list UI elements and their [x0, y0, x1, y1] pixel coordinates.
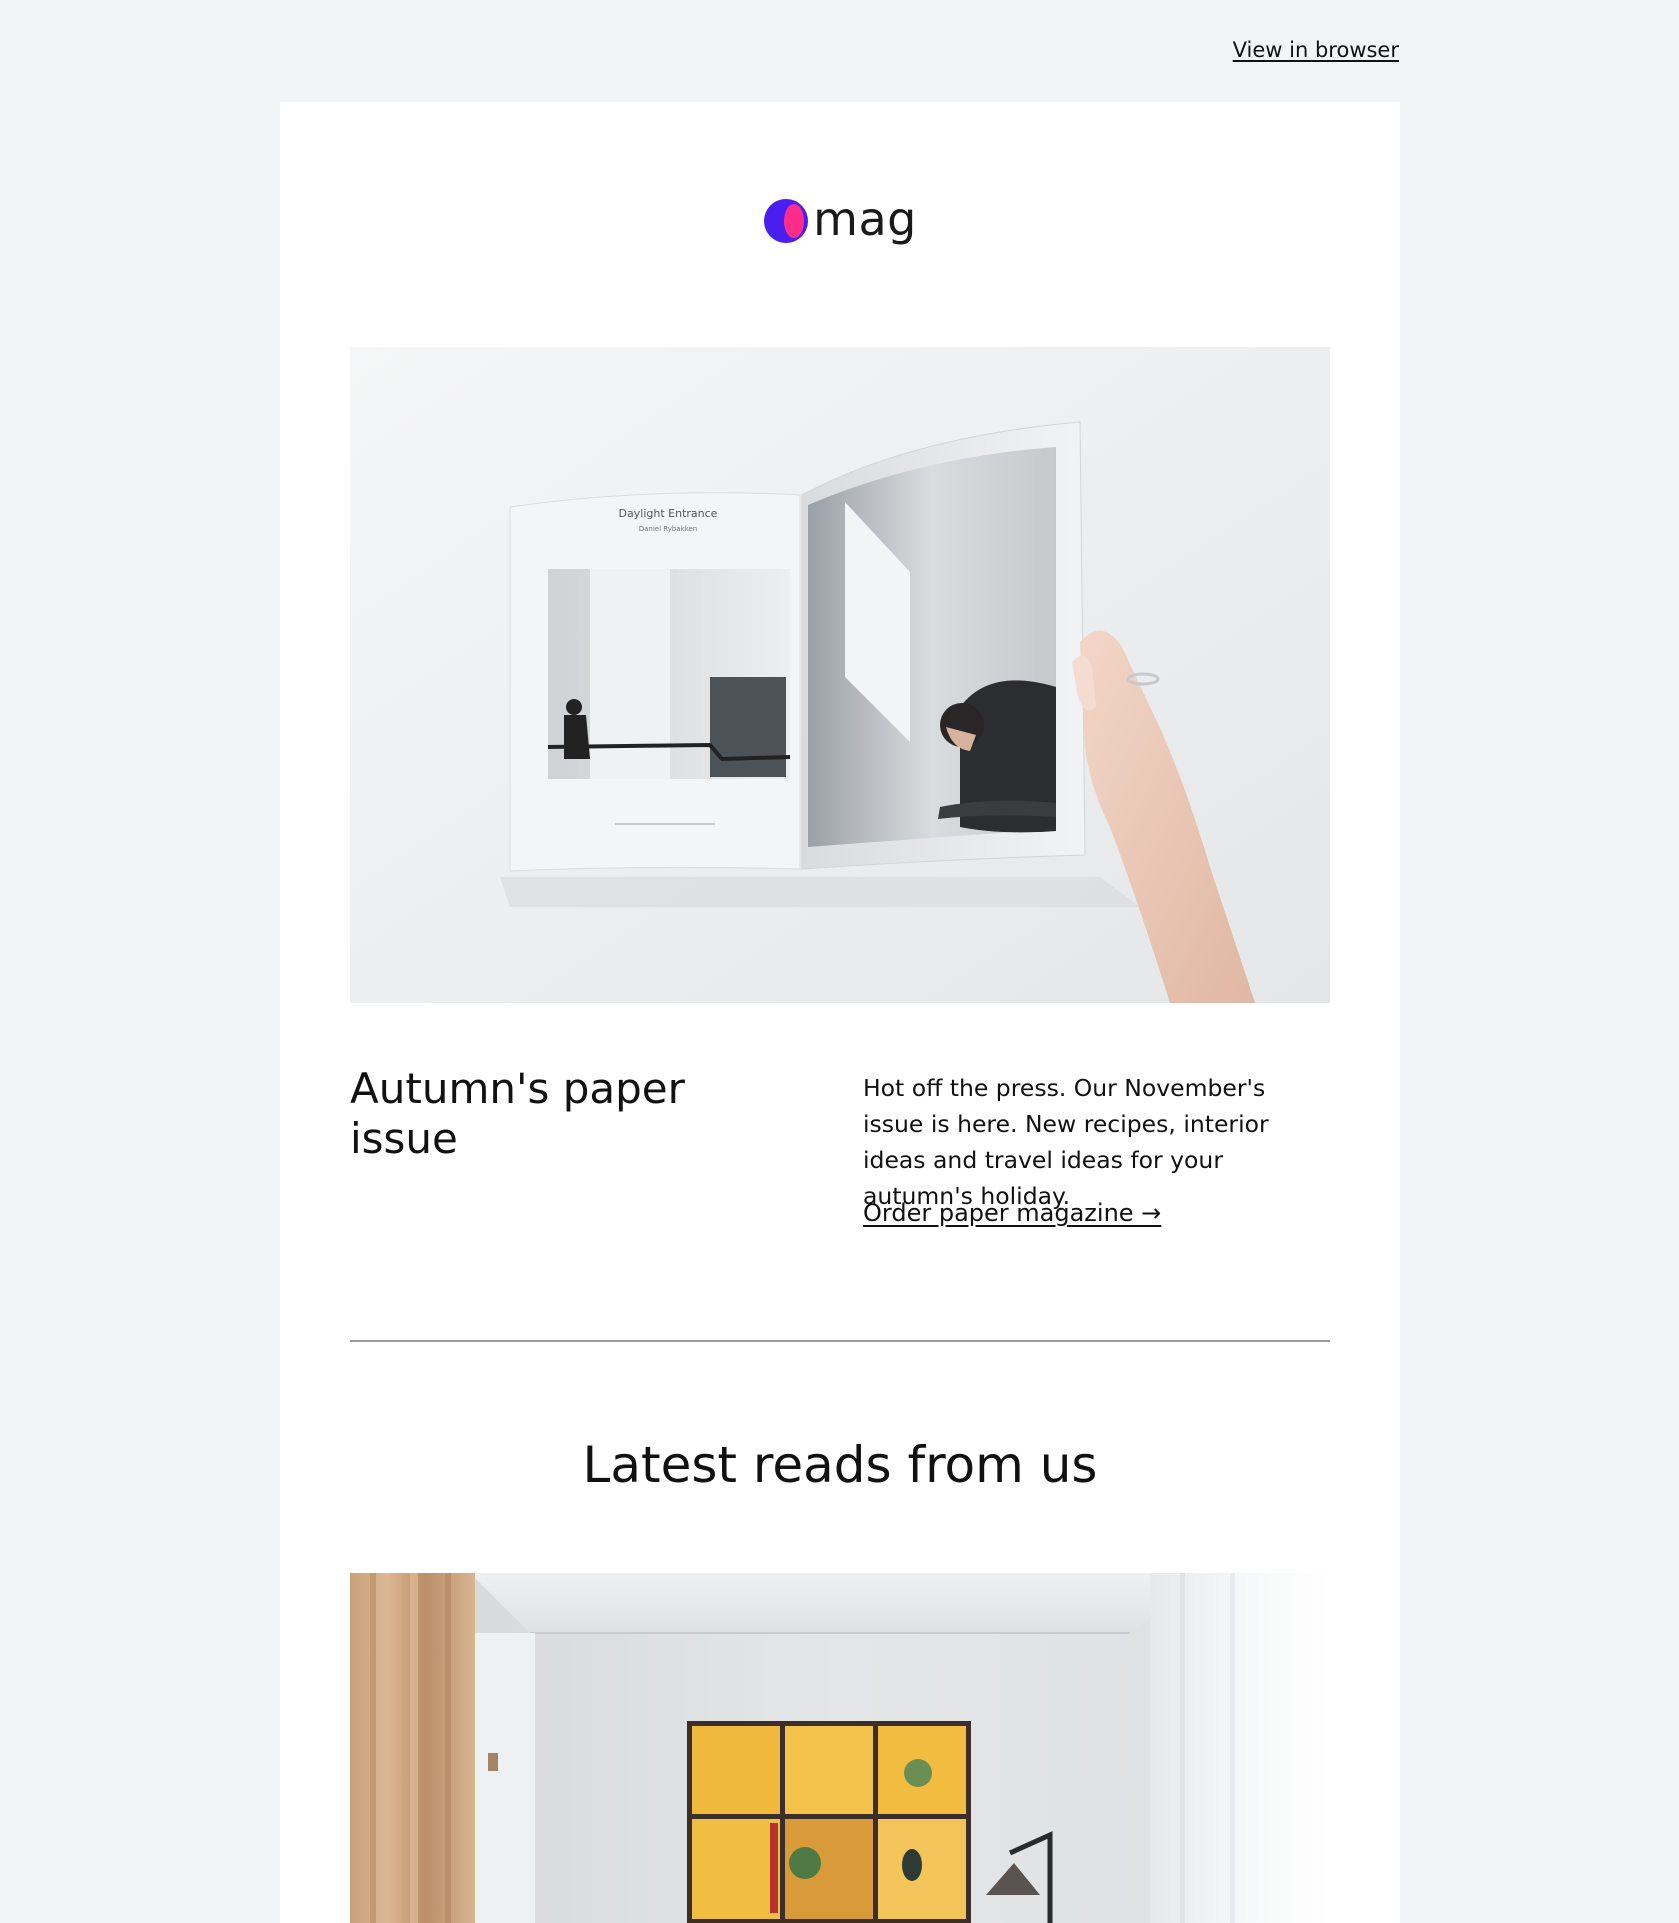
- open-magazine-photo: Daylight Entrance Daniel Rybakken: [350, 347, 1330, 1003]
- interior-room-photo: [350, 1573, 1330, 1923]
- feature-description: Hot off the press. Our November's issue …: [863, 1074, 1269, 1210]
- book-title-text: Daylight Entrance: [619, 507, 718, 520]
- latest-read-image[interactable]: [350, 1573, 1330, 1923]
- section-divider: [350, 1340, 1330, 1342]
- logo-mark-icon: [764, 199, 809, 243]
- latest-reads-title: Latest reads from us: [582, 1436, 1098, 1494]
- order-paper-magazine-link[interactable]: Order paper magazine →: [863, 1199, 1161, 1227]
- logo[interactable]: mag: [280, 192, 1400, 246]
- logo-text: mag: [813, 192, 917, 246]
- view-in-browser-link[interactable]: View in browser: [1233, 38, 1399, 62]
- hero-image: Daylight Entrance Daniel Rybakken: [350, 347, 1330, 1003]
- feature-title: Autumn's paper issue: [350, 1064, 685, 1164]
- book-author-text: Daniel Rybakken: [639, 525, 698, 533]
- email-card: mag Daylight Entrance Daniel Rybakken Au…: [280, 102, 1400, 1923]
